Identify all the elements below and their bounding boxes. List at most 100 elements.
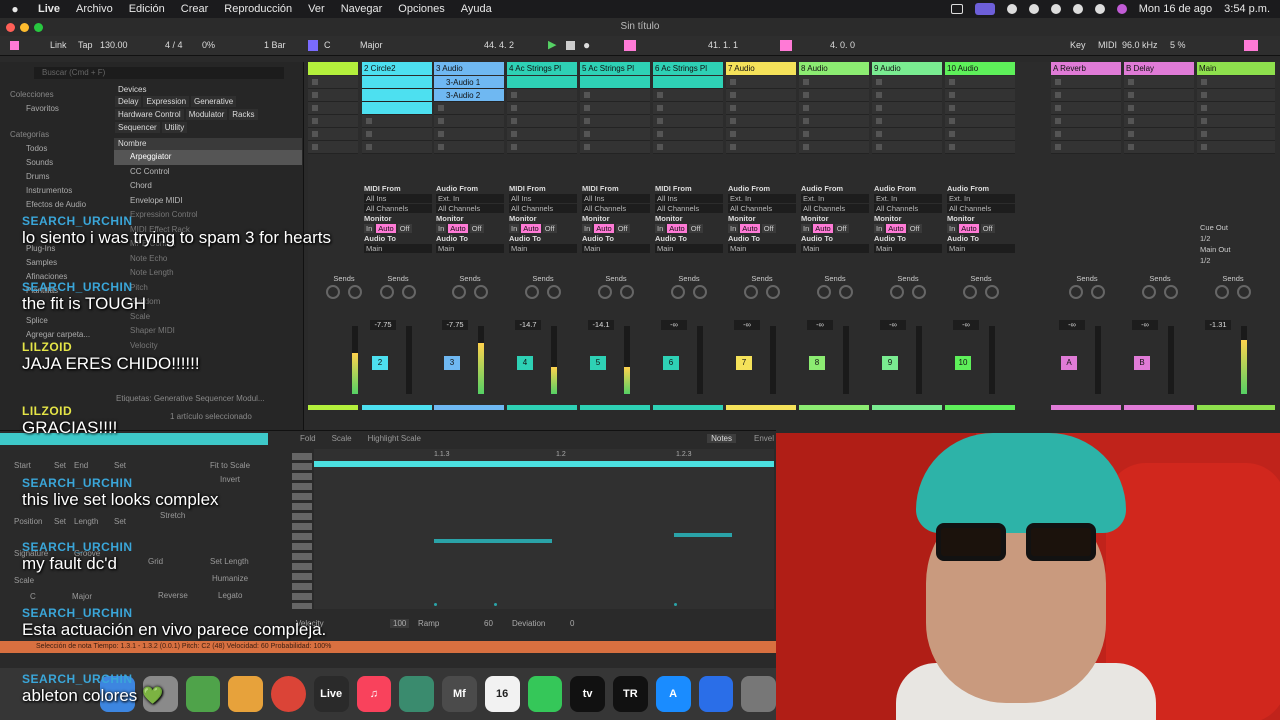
monitor-option[interactable]: Off: [761, 224, 776, 233]
clip-stop-icon[interactable]: [803, 105, 809, 111]
io-select[interactable]: Ext. In: [801, 194, 869, 203]
clip-stop-icon[interactable]: [312, 79, 318, 85]
record-icon[interactable]: ●: [583, 38, 590, 52]
tap-button[interactable]: Tap: [78, 40, 93, 50]
io-select[interactable]: Ext. In: [436, 194, 504, 203]
clip-stop-icon[interactable]: [803, 79, 809, 85]
clip-slot[interactable]: [308, 76, 358, 89]
clip-slot[interactable]: [872, 89, 942, 102]
clip-stop-icon[interactable]: [366, 118, 372, 124]
routing-select[interactable]: 1/2: [1200, 233, 1230, 244]
menu-archivo[interactable]: Archivo: [68, 3, 121, 15]
clip-slot[interactable]: [507, 128, 577, 141]
filter-sequencer[interactable]: Sequencer: [115, 122, 160, 133]
clip-slot[interactable]: [1197, 89, 1275, 102]
clip-slot[interactable]: [726, 102, 796, 115]
link-toggle-icon[interactable]: [10, 41, 19, 50]
clip-slot[interactable]: [653, 141, 723, 154]
clip-slot[interactable]: [308, 128, 358, 141]
monitor-option[interactable]: Auto: [740, 224, 760, 233]
control-center-icon[interactable]: [1094, 4, 1105, 14]
audio-to-select[interactable]: Main: [947, 244, 1015, 253]
browser-search-input[interactable]: Buscar (Cmd + F): [34, 67, 284, 79]
arrangement-position[interactable]: 44. 4. 2: [484, 40, 514, 50]
clip-stop-icon[interactable]: [803, 118, 809, 124]
volume-field[interactable]: -∞: [807, 320, 833, 330]
groove-percent[interactable]: 0%: [202, 40, 215, 50]
clip-stop-icon[interactable]: [1055, 131, 1061, 137]
clip-slot[interactable]: [653, 128, 723, 141]
track-activator-button[interactable]: 5: [590, 356, 606, 370]
velocity-point[interactable]: [674, 603, 677, 606]
clip-slot[interactable]: [1197, 115, 1275, 128]
io-select[interactable]: All Channels: [436, 204, 504, 213]
io-select[interactable]: All Ins: [509, 194, 577, 203]
clip-slot[interactable]: 3-Audio 2: [434, 89, 504, 102]
send-knob-icon[interactable]: [839, 285, 853, 299]
send-knob-icon[interactable]: [1142, 285, 1156, 299]
velocity-point[interactable]: [494, 603, 497, 606]
clip-slot[interactable]: [434, 141, 504, 154]
clip-slot[interactable]: [580, 141, 650, 154]
clip-stop-icon[interactable]: [1201, 144, 1207, 150]
io-select[interactable]: All Ins: [655, 194, 723, 203]
io-select[interactable]: All Channels: [509, 204, 577, 213]
clip-stop-icon[interactable]: [511, 131, 517, 137]
list-item[interactable]: CC Control: [114, 165, 302, 180]
track-header[interactable]: 3 Audio: [434, 62, 504, 75]
send-knob-icon[interactable]: [1091, 285, 1105, 299]
key-select[interactable]: C: [324, 40, 331, 50]
wifi-icon[interactable]: [1050, 4, 1061, 14]
track-header[interactable]: [308, 62, 358, 75]
clip-stop-icon[interactable]: [657, 105, 663, 111]
audio-to-select[interactable]: Main: [509, 244, 577, 253]
menubar-date[interactable]: Mon 16 de ago: [1139, 3, 1212, 15]
clip-slot[interactable]: [308, 102, 358, 115]
clip-stop-icon[interactable]: [1128, 118, 1134, 124]
clip-stop-icon[interactable]: [312, 131, 318, 137]
ableton-icon[interactable]: Mf: [442, 676, 477, 712]
clip-stop-icon[interactable]: [1128, 79, 1134, 85]
audio-to-select[interactable]: Main: [801, 244, 869, 253]
clip-slot[interactable]: [945, 89, 1015, 102]
volume-field[interactable]: -14.7: [515, 320, 541, 330]
clip-stop-icon[interactable]: [876, 92, 882, 98]
clip-stop-icon[interactable]: [1128, 144, 1134, 150]
io-select[interactable]: All Ins: [582, 194, 650, 203]
clip-slot[interactable]: [362, 102, 432, 115]
clip-stop-icon[interactable]: [1055, 118, 1061, 124]
track-activator-button[interactable]: 8: [809, 356, 825, 370]
clip-stop-icon[interactable]: [511, 118, 517, 124]
clip-stop-icon[interactable]: [1201, 105, 1207, 111]
clip-stop-icon[interactable]: [584, 105, 590, 111]
clip-slot[interactable]: [434, 128, 504, 141]
clip-slot[interactable]: [799, 102, 869, 115]
clip-slot[interactable]: [434, 115, 504, 128]
io-select[interactable]: All Channels: [874, 204, 942, 213]
clip-stop-icon[interactable]: [803, 131, 809, 137]
send-knob-icon[interactable]: [525, 285, 539, 299]
audio-to-select[interactable]: Main: [655, 244, 723, 253]
clip-slot[interactable]: [945, 76, 1015, 89]
track-header[interactable]: 7 Audio: [726, 62, 796, 75]
clip-stop-icon[interactable]: [730, 79, 736, 85]
loop-toggle-icon[interactable]: [780, 40, 792, 51]
clip-slot[interactable]: 3-Audio 1: [434, 76, 504, 89]
clip-stop-icon[interactable]: [949, 144, 955, 150]
scale-select[interactable]: Major: [360, 40, 383, 50]
clip-stop-icon[interactable]: [1128, 105, 1134, 111]
menubar-time[interactable]: 3:54 p.m.: [1224, 3, 1270, 15]
clip-stop-icon[interactable]: [366, 144, 372, 150]
clip-stop-icon[interactable]: [803, 144, 809, 150]
list-item[interactable]: Arpeggiator: [114, 150, 302, 165]
settings-icon[interactable]: [741, 676, 776, 712]
collection-favorites[interactable]: Favoritos: [10, 102, 106, 116]
monitor-option[interactable]: Off: [615, 224, 630, 233]
monitor-option[interactable]: In: [582, 224, 593, 233]
clip-slot[interactable]: [507, 89, 577, 102]
clip-stop-icon[interactable]: [657, 131, 663, 137]
clip-slot[interactable]: [653, 89, 723, 102]
siri-icon[interactable]: [1116, 4, 1127, 14]
clip-slot[interactable]: [945, 128, 1015, 141]
midi-note[interactable]: [674, 533, 732, 537]
